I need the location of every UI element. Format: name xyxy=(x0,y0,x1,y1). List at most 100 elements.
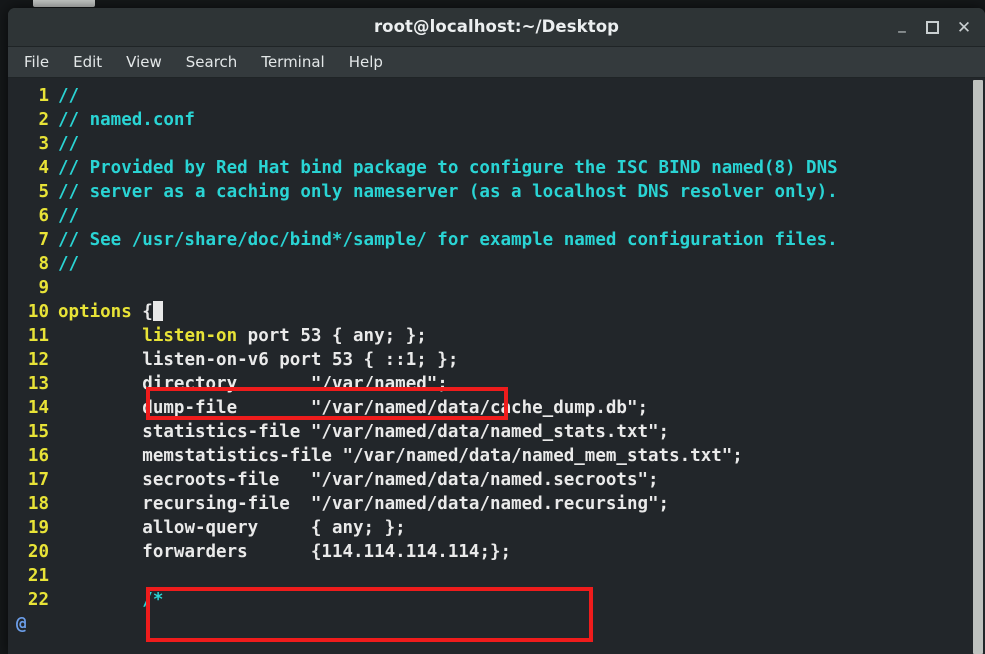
code-text: directory "/var/named"; xyxy=(142,374,448,394)
menu-bar: File Edit View Search Terminal Help xyxy=(8,47,985,78)
line-number: 12 xyxy=(27,350,49,370)
line-content: options { xyxy=(58,300,163,324)
code-line: 2 // named.conf xyxy=(8,108,971,132)
code-line: 3 // xyxy=(8,132,971,156)
scrollbar-thumb[interactable] xyxy=(973,80,983,654)
line-content: listen-on port 53 { any; }; xyxy=(58,324,427,348)
line-content: // See /usr/share/doc/bind*/sample/ for … xyxy=(58,228,838,252)
line-number: 17 xyxy=(27,470,49,490)
code-line: 8 // xyxy=(8,252,971,276)
line-content: // xyxy=(58,204,79,228)
terminal-window: root@localhost:~/Desktop _ ✕ File Edit V… xyxy=(8,8,985,654)
maximize-glyph xyxy=(925,21,939,34)
desktop-backdrop: root@localhost:~/Desktop _ ✕ File Edit V… xyxy=(0,0,985,654)
line-number: 18 xyxy=(27,494,49,514)
line-content: memstatistics-file "/var/named/data/name… xyxy=(58,444,743,468)
code-text: port 53 { any; }; xyxy=(237,326,427,346)
code-comment: // named.conf xyxy=(58,110,195,130)
line-content: directory "/var/named"; xyxy=(58,372,448,396)
code-line: 13 directory "/var/named"; xyxy=(8,372,971,396)
code-keyword: listen-on xyxy=(142,326,238,346)
line-content: // server as a caching only nameserver (… xyxy=(58,180,838,204)
line-number: 19 xyxy=(27,518,49,538)
line-content: // named.conf xyxy=(58,108,195,132)
code-comment: // xyxy=(58,134,80,154)
line-number: 21 xyxy=(27,566,49,586)
line-number: 16 xyxy=(27,446,49,466)
code-text: recursing-file "/var/named/data/named.re… xyxy=(142,494,670,514)
line-content: dump-file "/var/named/data/cache_dump.db… xyxy=(58,396,648,420)
line-content: // Provided by Red Hat bind package to c… xyxy=(58,156,838,180)
code-line: 21 xyxy=(8,564,971,588)
code-comment: // xyxy=(58,254,80,274)
line-content: secroots-file "/var/named/data/named.sec… xyxy=(58,468,659,492)
line-content: statistics-file "/var/named/data/named_s… xyxy=(58,420,669,444)
line-number: 4 xyxy=(38,158,49,178)
code-comment: // See /usr/share/doc/bind*/sample/ for … xyxy=(58,230,838,250)
code-line: 20 forwarders {114.114.114.114;}; xyxy=(8,540,971,564)
menu-item-file[interactable]: File xyxy=(22,51,51,73)
code-text: allow-query { any; }; xyxy=(142,518,406,538)
minimize-glyph: _ xyxy=(898,15,906,33)
code-line: 22 /* xyxy=(8,588,971,612)
code-text: listen-on-v6 port 53 { ::1; }; xyxy=(142,350,459,370)
menu-item-help[interactable]: Help xyxy=(347,51,385,73)
code-line: 7 // See /usr/share/doc/bind*/sample/ for… xyxy=(8,228,971,252)
code-comment: // server as a caching only nameserver (… xyxy=(58,182,838,202)
code-text: dump-file "/var/named/data/cache_dump.db… xyxy=(142,398,649,418)
line-number: 22 xyxy=(27,590,49,610)
code-text: memstatistics-file "/var/named/data/name… xyxy=(142,446,743,466)
code-line: 1 // xyxy=(8,84,971,108)
line-number: 10 xyxy=(27,302,49,322)
line-number: 20 xyxy=(27,542,49,562)
menu-item-search[interactable]: Search xyxy=(184,51,240,73)
code-keyword: options xyxy=(58,302,132,322)
menu-item-terminal[interactable]: Terminal xyxy=(259,51,326,73)
line-number: 14 xyxy=(27,398,49,418)
code-line: 16 memstatistics-file "/var/named/data/n… xyxy=(8,444,971,468)
line-number: 13 xyxy=(27,374,49,394)
line-number: 5 xyxy=(38,182,49,202)
code-line: 17 secroots-file "/var/named/data/named.… xyxy=(8,468,971,492)
code-comment: /* xyxy=(142,590,164,610)
line-number: 8 xyxy=(38,254,49,274)
line-content: // xyxy=(58,252,79,276)
background-panel-nub xyxy=(33,0,95,7)
line-content: // xyxy=(58,84,79,108)
line-number: 15 xyxy=(27,422,49,442)
terminal-body[interactable]: 1 // 2 // named.conf 3 // 4 // Provided by Red … xyxy=(8,78,985,654)
window-titlebar[interactable]: root@localhost:~/Desktop _ ✕ xyxy=(8,8,985,47)
vim-code-pane[interactable]: 1 // 2 // named.conf 3 // 4 // Provided by Red … xyxy=(8,78,971,654)
line-content: // xyxy=(58,132,79,156)
line-number: 1 xyxy=(38,86,49,106)
close-icon[interactable]: ✕ xyxy=(955,19,973,37)
maximize-icon[interactable] xyxy=(923,19,941,37)
code-text: statistics-file "/var/named/data/named_s… xyxy=(142,422,670,442)
code-line: 4 // Provided by Red Hat bind package to … xyxy=(8,156,971,180)
vertical-scrollbar[interactable] xyxy=(971,78,985,654)
window-title: root@localhost:~/Desktop xyxy=(373,17,620,36)
line-content: recursing-file "/var/named/data/named.re… xyxy=(58,492,669,516)
buffer-continuation-marker: @ xyxy=(16,614,27,634)
text-cursor xyxy=(152,301,163,321)
code-comment: // xyxy=(58,86,80,106)
line-number: 6 xyxy=(38,206,49,226)
minimize-icon[interactable]: _ xyxy=(893,15,911,37)
line-content: /* xyxy=(58,588,163,612)
line-number: 7 xyxy=(38,230,49,250)
code-text: secroots-file "/var/named/data/named.sec… xyxy=(142,470,659,490)
code-line: 12 listen-on-v6 port 53 { ::1; }; xyxy=(8,348,971,372)
menu-item-view[interactable]: View xyxy=(124,51,164,73)
code-comment: // xyxy=(58,206,80,226)
menu-item-edit[interactable]: Edit xyxy=(71,51,104,73)
code-line: 14 dump-file "/var/named/data/cache_dump… xyxy=(8,396,971,420)
line-content: forwarders {114.114.114.114;}; xyxy=(58,540,511,564)
code-line: 19 allow-query { any; }; xyxy=(8,516,971,540)
code-line: 6 // xyxy=(8,204,971,228)
line-number: 3 xyxy=(38,134,49,154)
line-content: allow-query { any; }; xyxy=(58,516,406,540)
code-line: 5 // server as a caching only nameserver … xyxy=(8,180,971,204)
line-number: 11 xyxy=(27,326,49,346)
code-line: 11 listen-on port 53 { any; }; xyxy=(8,324,971,348)
close-glyph: ✕ xyxy=(956,18,972,38)
